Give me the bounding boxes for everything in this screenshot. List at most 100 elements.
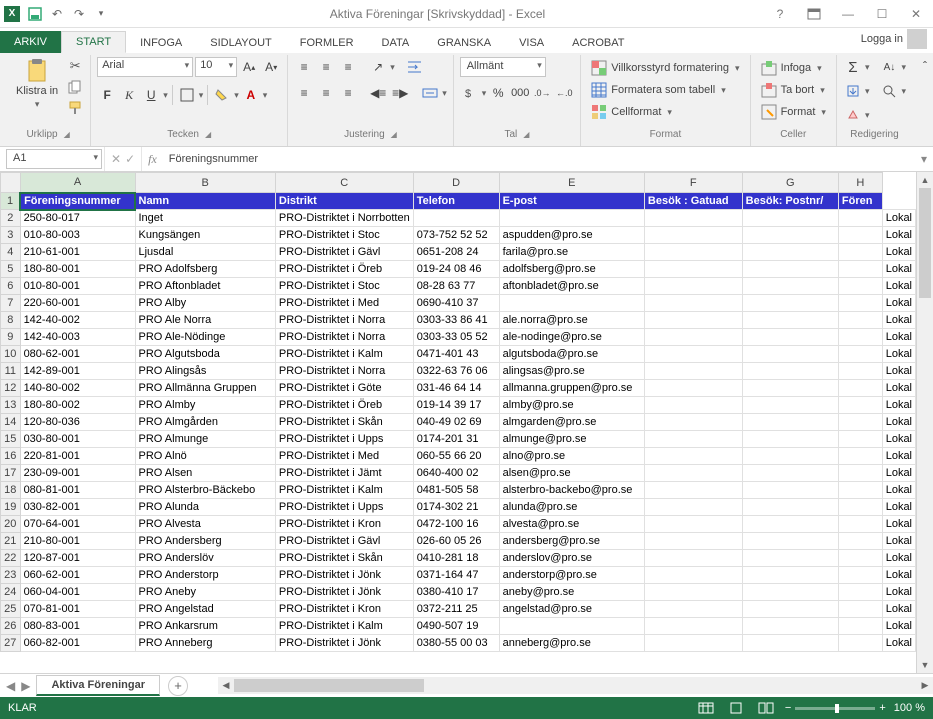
data-cell[interactable]: Lokal: [882, 618, 915, 635]
row-header[interactable]: 22: [1, 550, 21, 567]
data-cell[interactable]: [644, 465, 742, 482]
select-all-corner[interactable]: [1, 173, 21, 193]
data-cell[interactable]: [742, 346, 838, 363]
data-cell[interactable]: [742, 499, 838, 516]
data-cell[interactable]: Lokal: [882, 329, 915, 346]
row-header[interactable]: 24: [1, 584, 21, 601]
data-cell[interactable]: 180-80-001: [20, 261, 135, 278]
data-cell[interactable]: Lokal: [882, 635, 915, 652]
data-cell[interactable]: [838, 210, 882, 227]
data-cell[interactable]: [644, 363, 742, 380]
column-header[interactable]: E: [499, 173, 644, 193]
data-cell[interactable]: 060-55 66 20: [413, 448, 499, 465]
data-cell[interactable]: 210-80-001: [20, 533, 135, 550]
data-cell[interactable]: [742, 448, 838, 465]
row-header[interactable]: 27: [1, 635, 21, 652]
conditional-formatting-button[interactable]: Villkorsstyrd formatering▾: [587, 57, 743, 79]
data-cell[interactable]: PRO Ale-Nödinge: [135, 329, 275, 346]
data-cell[interactable]: PRO Almgården: [135, 414, 275, 431]
data-cell[interactable]: [742, 244, 838, 261]
data-cell[interactable]: alunda@pro.se: [499, 499, 644, 516]
tab-visa[interactable]: VISA: [505, 33, 558, 53]
data-cell[interactable]: PRO-Distriktet i Kron: [275, 601, 413, 618]
data-cell[interactable]: 142-89-001: [20, 363, 135, 380]
data-cell[interactable]: Kungsängen: [135, 227, 275, 244]
data-cell[interactable]: [644, 380, 742, 397]
data-cell[interactable]: andersberg@pro.se: [499, 533, 644, 550]
scroll-up-icon[interactable]: ▲: [917, 172, 933, 188]
cut-icon[interactable]: ✂: [66, 57, 84, 75]
sheet-tab-active[interactable]: Aktiva Föreningar: [36, 675, 160, 696]
qat-save-icon[interactable]: [24, 3, 46, 25]
data-cell[interactable]: [838, 618, 882, 635]
data-cell[interactable]: [644, 312, 742, 329]
row-header[interactable]: 26: [1, 618, 21, 635]
data-cell[interactable]: Lokal: [882, 244, 915, 261]
row-header[interactable]: 5: [1, 261, 21, 278]
data-cell[interactable]: 0651-208 24: [413, 244, 499, 261]
zoom-in-icon[interactable]: +: [879, 702, 885, 714]
merge-center-icon[interactable]: [420, 83, 440, 103]
align-left-icon[interactable]: ≡: [294, 83, 314, 103]
decrease-font-icon[interactable]: A▾: [261, 57, 281, 77]
data-cell[interactable]: [838, 584, 882, 601]
data-cell[interactable]: [838, 329, 882, 346]
qat-redo-icon[interactable]: ↷: [68, 3, 90, 25]
data-cell[interactable]: [644, 227, 742, 244]
data-cell[interactable]: [644, 278, 742, 295]
data-cell[interactable]: 0481-505 58: [413, 482, 499, 499]
data-cell[interactable]: PRO Angelstad: [135, 601, 275, 618]
data-cell[interactable]: [838, 363, 882, 380]
header-cell[interactable]: Föreningsnummer: [20, 193, 135, 210]
data-cell[interactable]: 220-81-001: [20, 448, 135, 465]
font-color-icon[interactable]: A: [241, 85, 261, 105]
font-name-dropdown[interactable]: Arial: [97, 57, 193, 77]
data-cell[interactable]: [838, 516, 882, 533]
row-header[interactable]: 15: [1, 431, 21, 448]
data-cell[interactable]: [742, 363, 838, 380]
data-cell[interactable]: 210-61-001: [20, 244, 135, 261]
font-size-dropdown[interactable]: 10: [195, 57, 237, 77]
data-cell[interactable]: Lokal: [882, 567, 915, 584]
data-cell[interactable]: 019-14 39 17: [413, 397, 499, 414]
data-cell[interactable]: [742, 261, 838, 278]
data-cell[interactable]: almgarden@pro.se: [499, 414, 644, 431]
data-cell[interactable]: almby@pro.se: [499, 397, 644, 414]
data-cell[interactable]: alvesta@pro.se: [499, 516, 644, 533]
data-cell[interactable]: PRO Adolfsberg: [135, 261, 275, 278]
increase-font-icon[interactable]: A▴: [239, 57, 259, 77]
increase-indent-icon[interactable]: ≡▶: [390, 83, 410, 103]
data-cell[interactable]: Lokal: [882, 227, 915, 244]
data-cell[interactable]: PRO-Distriktet i Med: [275, 295, 413, 312]
accounting-format-icon[interactable]: $: [460, 83, 480, 103]
sheet-nav-next-icon[interactable]: ▶: [21, 679, 30, 693]
data-cell[interactable]: Lokal: [882, 533, 915, 550]
data-cell[interactable]: aspudden@pro.se: [499, 227, 644, 244]
data-cell[interactable]: [838, 533, 882, 550]
data-cell[interactable]: [644, 448, 742, 465]
data-cell[interactable]: [644, 618, 742, 635]
border-icon[interactable]: [177, 85, 197, 105]
data-cell[interactable]: PRO Ale Norra: [135, 312, 275, 329]
row-header[interactable]: 18: [1, 482, 21, 499]
data-cell[interactable]: Lokal: [882, 431, 915, 448]
row-header[interactable]: 7: [1, 295, 21, 312]
data-cell[interactable]: Lokal: [882, 482, 915, 499]
data-cell[interactable]: [838, 312, 882, 329]
collapse-ribbon-icon[interactable]: ˆ: [923, 55, 927, 146]
data-cell[interactable]: PRO-Distriktet i Öreb: [275, 397, 413, 414]
header-cell[interactable]: E-post: [499, 193, 644, 210]
header-cell[interactable]: Namn: [135, 193, 275, 210]
data-cell[interactable]: [742, 431, 838, 448]
data-cell[interactable]: [644, 482, 742, 499]
data-cell[interactable]: 026-60 05 26: [413, 533, 499, 550]
data-cell[interactable]: Lokal: [882, 465, 915, 482]
data-cell[interactable]: Lokal: [882, 550, 915, 567]
column-header[interactable]: C: [275, 173, 413, 193]
data-cell[interactable]: PRO-Distriktet i Upps: [275, 499, 413, 516]
data-cell[interactable]: [742, 533, 838, 550]
data-cell[interactable]: PRO Alby: [135, 295, 275, 312]
data-cell[interactable]: PRO Aneby: [135, 584, 275, 601]
row-header[interactable]: 1: [1, 193, 21, 210]
data-cell[interactable]: PRO-Distriktet i Jönk: [275, 567, 413, 584]
